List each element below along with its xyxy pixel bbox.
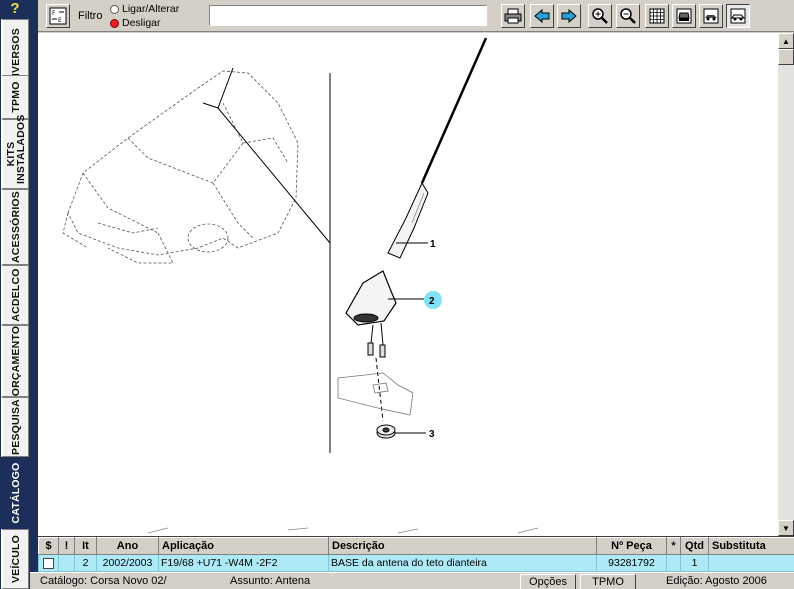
tab-pesquisa[interactable]: PESQUISA: [1, 397, 29, 457]
status-bar: Catálogo: Corsa Novo 02/ Assunto: Antena…: [30, 572, 794, 589]
previous-button[interactable]: [530, 4, 554, 28]
tab-tpmo[interactable]: TPMO: [1, 75, 29, 119]
tab-label: ACESSÓRIOS: [9, 190, 22, 264]
next-button[interactable]: [557, 4, 581, 28]
arrow-left-icon: [534, 8, 550, 24]
radio-label: Ligar/Alterar: [122, 3, 180, 15]
opcoes-button[interactable]: Opções: [520, 574, 576, 589]
car-front-button[interactable]: [672, 4, 696, 28]
row-star: [666, 554, 681, 572]
tab-label: PESQUISA: [9, 399, 22, 455]
car-selected-icon: [730, 8, 746, 24]
scroll-thumb[interactable]: [778, 49, 794, 65]
col-aplicacao[interactable]: Aplicação: [158, 537, 329, 555]
filter-off-radio[interactable]: Desligar: [110, 17, 161, 29]
tab-label: VEÍCULO: [9, 534, 22, 584]
antenna-base: [345, 270, 397, 422]
filter-toggle-button[interactable]: FE: [46, 4, 70, 28]
zoom-out-button[interactable]: [616, 4, 640, 28]
callout-3[interactable]: 3: [429, 429, 435, 440]
scroll-up-button[interactable]: ▲: [778, 33, 794, 49]
diagram-drawing: 1 2 3: [62, 37, 539, 534]
radio-circle-icon: [110, 4, 119, 14]
col-descricao[interactable]: Descrição: [328, 537, 597, 555]
row-ano: 2002/2003: [96, 554, 159, 572]
tab-acessorios[interactable]: ACESSÓRIOS: [1, 189, 29, 265]
row-aplicacao: F19/68 +U71 -W4M -2F2: [158, 554, 329, 572]
tab-label: CATÁLOGO: [9, 462, 22, 524]
car-illustration: [62, 70, 299, 264]
col-item[interactable]: It: [74, 537, 97, 555]
status-edicao: Edição: Agosto 2006: [666, 575, 767, 587]
row-qtd: 1: [680, 554, 709, 572]
col-ano[interactable]: Ano: [96, 537, 159, 555]
col-alert[interactable]: !: [58, 537, 75, 555]
sidebar-divider: [30, 0, 38, 589]
tab-veiculo[interactable]: VEÍCULO: [1, 529, 29, 589]
car-selected-button[interactable]: [726, 4, 750, 28]
table-header: $ ! It Ano Aplicação Descrição Nº Peça *…: [38, 537, 794, 555]
col-peca[interactable]: Nº Peça: [596, 537, 667, 555]
filter-toggle-icon: FE: [49, 7, 67, 25]
row-alert: [58, 554, 75, 572]
grid-view-button[interactable]: [645, 4, 669, 28]
help-button[interactable]: ?: [3, 0, 27, 18]
col-price[interactable]: $: [38, 537, 59, 555]
filter-input[interactable]: [209, 5, 487, 26]
radio-label: Desligar: [122, 17, 161, 29]
svg-text:F: F: [52, 10, 56, 17]
tpmo-button[interactable]: TPMO: [580, 574, 636, 589]
tab-label: ACDELCO: [9, 268, 22, 322]
scroll-down-button[interactable]: ▼: [778, 520, 794, 536]
parts-table: $ ! It Ano Aplicação Descrição Nº Peça *…: [38, 536, 794, 572]
antenna-nut: [376, 424, 396, 439]
row-descricao: BASE da antena do teto dianteira: [328, 554, 597, 572]
svg-text:E: E: [58, 17, 62, 24]
zoom-in-button[interactable]: [588, 4, 612, 28]
tab-label: KITS INSTALADOS: [4, 114, 27, 184]
tab-orcamento[interactable]: ORÇAMENTO: [1, 325, 29, 397]
print-button[interactable]: [501, 4, 525, 28]
sidebar: ? DIVERSOS TPMO KITS INSTALADOS ACESSÓRI…: [0, 0, 30, 589]
row-item: 2: [74, 554, 97, 572]
tab-catalogo[interactable]: CATÁLOGO: [1, 457, 29, 529]
zoom-in-icon: [592, 8, 608, 24]
arrow-down-icon: ▼: [782, 523, 790, 533]
tab-label: ORÇAMENTO: [9, 325, 22, 397]
callout-2[interactable]: 2: [429, 296, 435, 307]
arrow-right-icon: [561, 8, 577, 24]
app-window: ? DIVERSOS TPMO KITS INSTALADOS ACESSÓRI…: [0, 0, 794, 589]
car-side-icon: [703, 8, 719, 24]
row-substituta: [708, 554, 794, 572]
row-checkbox[interactable]: [43, 557, 54, 569]
filter-label: Filtro: [78, 10, 103, 22]
roof-panel: [337, 372, 414, 416]
antenna-mast: [387, 37, 488, 259]
col-qtd[interactable]: Qtd: [680, 537, 709, 555]
car-front-icon: [676, 8, 692, 24]
callout-1[interactable]: 1: [430, 239, 436, 250]
print-icon: [504, 8, 522, 24]
tab-label: TPMO: [9, 81, 22, 113]
arrow-up-icon: ▲: [782, 36, 790, 46]
car-side-button[interactable]: [699, 4, 723, 28]
vertical-scrollbar[interactable]: ▲ ▼: [778, 33, 794, 536]
status-assunto: Assunto: Antena: [230, 575, 311, 587]
col-substituta[interactable]: Substituta: [708, 537, 794, 555]
row-checkbox-cell[interactable]: [38, 554, 59, 572]
tab-kits-instalados[interactable]: KITS INSTALADOS: [1, 114, 29, 189]
parts-diagram[interactable]: 1 2 3: [38, 33, 778, 536]
filter-on-radio[interactable]: Ligar/Alterar: [110, 3, 179, 15]
tab-acdelco[interactable]: ACDELCO: [1, 265, 29, 325]
radio-circle-icon: [110, 18, 119, 28]
grid-view-icon: [649, 8, 665, 24]
col-star[interactable]: *: [666, 537, 681, 555]
row-peca: 93281792: [596, 554, 667, 572]
toolbar: FE Filtro Ligar/Alterar Desligar: [38, 0, 794, 32]
status-catalogo: Catálogo: Corsa Novo 02/: [40, 575, 167, 587]
table-row[interactable]: 2 2002/2003 F19/68 +U71 -W4M -2F2 BASE d…: [38, 554, 794, 572]
zoom-out-icon: [620, 8, 636, 24]
